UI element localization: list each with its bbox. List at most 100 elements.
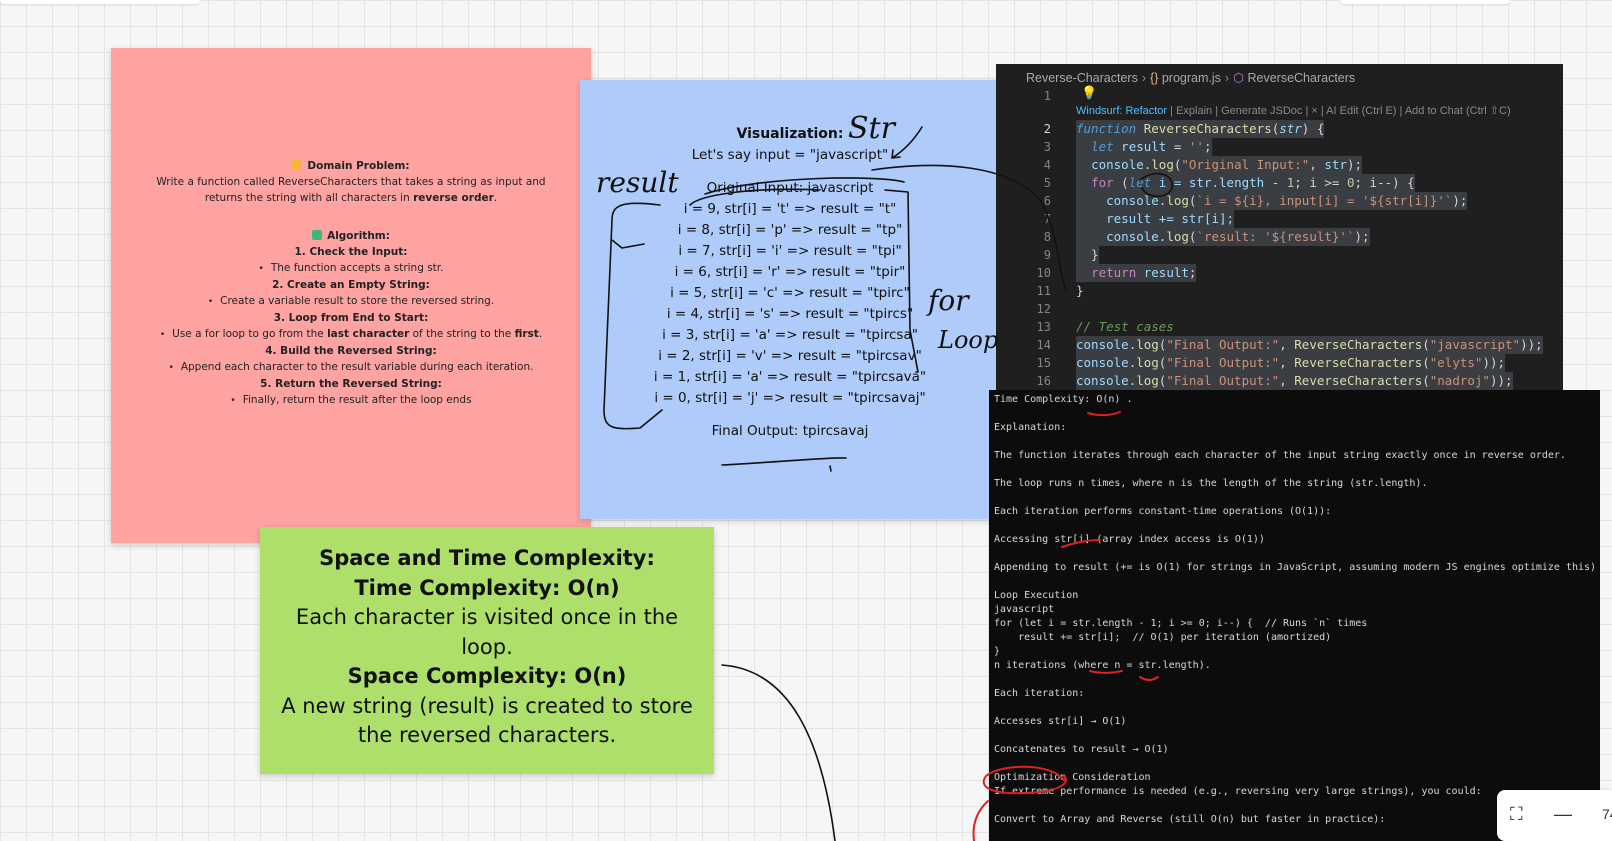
terminal-line: result += str[i]; // O(1) per iteration … bbox=[994, 632, 1332, 643]
code-line: // Test cases bbox=[1076, 319, 1174, 334]
offscreen-board-item bbox=[1340, 0, 1510, 4]
code-editor-image[interactable]: Reverse-Characters ›{} program.js › ⬡ Rever… bbox=[996, 64, 1563, 390]
original-input-line: Original Input: javascript bbox=[706, 180, 874, 196]
code-line: console.log("Original Input:", str); bbox=[1076, 156, 1363, 174]
domain-problem-heading: Domain Problem: bbox=[111, 158, 591, 174]
line-number: 4 bbox=[1043, 158, 1051, 172]
domain-text-line: Write a function called ReverseCharacter… bbox=[156, 176, 546, 188]
code-line: console.log(`result: '${result}'`); bbox=[1076, 228, 1370, 246]
domain-text-line: returns the string with all characters i… bbox=[204, 192, 498, 204]
green-square-icon bbox=[312, 230, 323, 240]
algorithm-step: 2. Create an Empty String: bbox=[272, 279, 430, 291]
line-number: 6 bbox=[1043, 194, 1051, 208]
terminal-line: Time Complexity: O(n) . bbox=[994, 394, 1133, 405]
complexity-heading: Space and Time Complexity: bbox=[319, 546, 655, 570]
iteration-line: i = 3, str[i] = 'a' => result = "tpircsa… bbox=[662, 327, 918, 343]
line-number: 5 bbox=[1043, 176, 1051, 190]
code-line: console.log(`i = ${i}, input[i] = '${str… bbox=[1076, 192, 1468, 210]
code-line: function ReverseCharacters(str) { bbox=[1076, 120, 1325, 138]
algorithm-step: 3. Loop from End to Start: bbox=[273, 312, 429, 324]
final-output-line: Final Output: tpircsavaj bbox=[711, 423, 869, 439]
zoom-level: 74 bbox=[1602, 806, 1612, 822]
line-number: 16 bbox=[1036, 374, 1051, 388]
visualization-title: Visualization: bbox=[736, 126, 844, 142]
terminal-line: Loop Execution bbox=[994, 590, 1079, 601]
code-line: } bbox=[1076, 283, 1084, 298]
algorithm-step-detail: The function accepts a string str. bbox=[111, 260, 591, 277]
line-number: 14 bbox=[1036, 338, 1051, 352]
codelens-windsurf: Windsurf: Refactor bbox=[1076, 105, 1168, 117]
line-number: 3 bbox=[1043, 140, 1051, 154]
terminal-line: Appending to result (+= is O(1) for stri… bbox=[994, 562, 1597, 573]
algorithm-step-detail: Finally, return the result after the loo… bbox=[111, 392, 591, 409]
iteration-line: i = 8, str[i] = 'p' => result = "tp" bbox=[677, 222, 903, 238]
terminal-line: n iterations (where n = str.length). bbox=[994, 660, 1211, 671]
iteration-line: i = 9, str[i] = 't' => result = "t" bbox=[683, 201, 897, 217]
chevron-right-icon: › bbox=[1141, 71, 1147, 85]
code-line: result += str[i]; bbox=[1076, 210, 1235, 228]
code-line: console.log("Final Output:", ReverseChar… bbox=[1076, 336, 1543, 354]
iteration-line: i = 5, str[i] = 'c' => result = "tpirc" bbox=[670, 285, 910, 301]
visualization-sticky-note[interactable]: Visualization: Let's say input = "javasc… bbox=[580, 80, 1000, 519]
terminal-line: Explanation: bbox=[994, 422, 1067, 433]
offscreen-board-item bbox=[0, 0, 200, 4]
algorithm-step-detail: Append each character to the result vari… bbox=[111, 359, 591, 376]
complexity-explanation-image[interactable]: Time Complexity: O(n) . Explanation: The… bbox=[989, 390, 1600, 841]
code-line: } bbox=[1076, 246, 1099, 264]
red-annotation-stroke bbox=[972, 800, 989, 841]
cube-icon: ⬡ bbox=[1233, 71, 1244, 85]
line-number: 8 bbox=[1043, 230, 1051, 244]
breadcrumb-symbol: ReverseCharacters bbox=[1247, 71, 1356, 85]
line-number: 15 bbox=[1036, 356, 1051, 370]
line-number: 10 bbox=[1036, 266, 1051, 280]
terminal-line: Accesses str[i] → O(1) bbox=[994, 716, 1127, 727]
time-complexity-text: Each character is visited once in the lo… bbox=[295, 605, 679, 659]
code-line: let result = ''; bbox=[1076, 138, 1212, 156]
terminal-line: Optimization Consideration bbox=[994, 772, 1151, 783]
iteration-line: i = 6, str[i] = 'r' => result = "tpir" bbox=[674, 264, 906, 280]
iteration-line: i = 7, str[i] = 'i' => result = "tpi" bbox=[678, 243, 902, 259]
terminal-line: javascript bbox=[994, 604, 1055, 615]
iteration-line: i = 0, str[i] = 'j' => result = "tpircsa… bbox=[654, 390, 926, 406]
line-number: 13 bbox=[1036, 320, 1051, 334]
visualization-intro: Let's say input = "javascript" bbox=[691, 147, 889, 163]
fit-to-screen-icon[interactable]: ⛶ bbox=[1510, 804, 1523, 825]
code-line: for (let i = str.length - 1; i >= 0; i--… bbox=[1076, 174, 1415, 192]
codelens: Windsurf: Refactor | Explain | Generate … bbox=[1076, 104, 1511, 117]
connector-stroke bbox=[721, 664, 836, 841]
space-complexity-text: A new string (result) is created to stor… bbox=[281, 693, 693, 748]
visualization-content: Visualization: Let's say input = "javasc… bbox=[580, 124, 1000, 442]
terminal-line: The function iterates through each chara… bbox=[994, 450, 1566, 461]
code-line: console.log("Final Output:", ReverseChar… bbox=[1076, 354, 1506, 372]
orange-square-icon bbox=[292, 160, 303, 170]
line-number: 1 bbox=[1043, 89, 1051, 103]
terminal-line: The loop runs n times, where n is the le… bbox=[994, 478, 1428, 489]
terminal-line: } bbox=[994, 646, 1001, 657]
terminal-line: Each iteration: bbox=[994, 688, 1085, 699]
chevron-right-icon: › bbox=[1224, 71, 1230, 85]
algorithm-sticky-note[interactable]: Domain Problem: Write a function called … bbox=[111, 48, 591, 543]
algorithm-step: 1. Check the Input: bbox=[294, 246, 408, 258]
iteration-line: i = 2, str[i] = 'v' => result = "tpircsa… bbox=[658, 348, 922, 364]
line-number: 9 bbox=[1043, 248, 1051, 262]
zoom-out-button[interactable]: — bbox=[1554, 804, 1572, 825]
terminal-line: Concatenates to result → O(1) bbox=[994, 744, 1169, 755]
code-line: return result; bbox=[1076, 264, 1197, 282]
algorithm-step: 5. Return the Reversed String: bbox=[260, 378, 442, 390]
breadcrumb: Reverse-Characters ›{} program.js › ⬡ Rever… bbox=[1026, 70, 1355, 85]
time-complexity-heading: Time Complexity: O(n) bbox=[354, 575, 620, 600]
algorithm-step-detail: Create a variable result to store the re… bbox=[111, 293, 591, 310]
code-line: console.log("Final Output:", ReverseChar… bbox=[1076, 372, 1513, 390]
algorithm-step: 4. Build the Reversed String: bbox=[265, 345, 437, 357]
complexity-sticky-note[interactable]: Space and Time Complexity: Time Complexi… bbox=[260, 527, 714, 774]
complexity-content: Space and Time Complexity: Time Complexi… bbox=[270, 544, 704, 751]
algorithm-heading: Algorithm: bbox=[111, 228, 591, 244]
iteration-line: i = 1, str[i] = 'a' => result = "tpircsa… bbox=[653, 369, 927, 385]
algorithm-note-content: Domain Problem: Write a function called … bbox=[111, 158, 591, 409]
js-file-icon: {} bbox=[1150, 71, 1159, 85]
algorithm-step-detail: Use a for loop to go from the last chara… bbox=[111, 326, 591, 343]
terminal-line: for (let i = str.length - 1; i >= 0; i--… bbox=[994, 618, 1368, 629]
line-number: 7 bbox=[1043, 212, 1051, 226]
codelens-actions: | Explain | Generate JSDoc | × | AI Edit… bbox=[1167, 105, 1511, 117]
line-number: 2 bbox=[1043, 122, 1051, 136]
